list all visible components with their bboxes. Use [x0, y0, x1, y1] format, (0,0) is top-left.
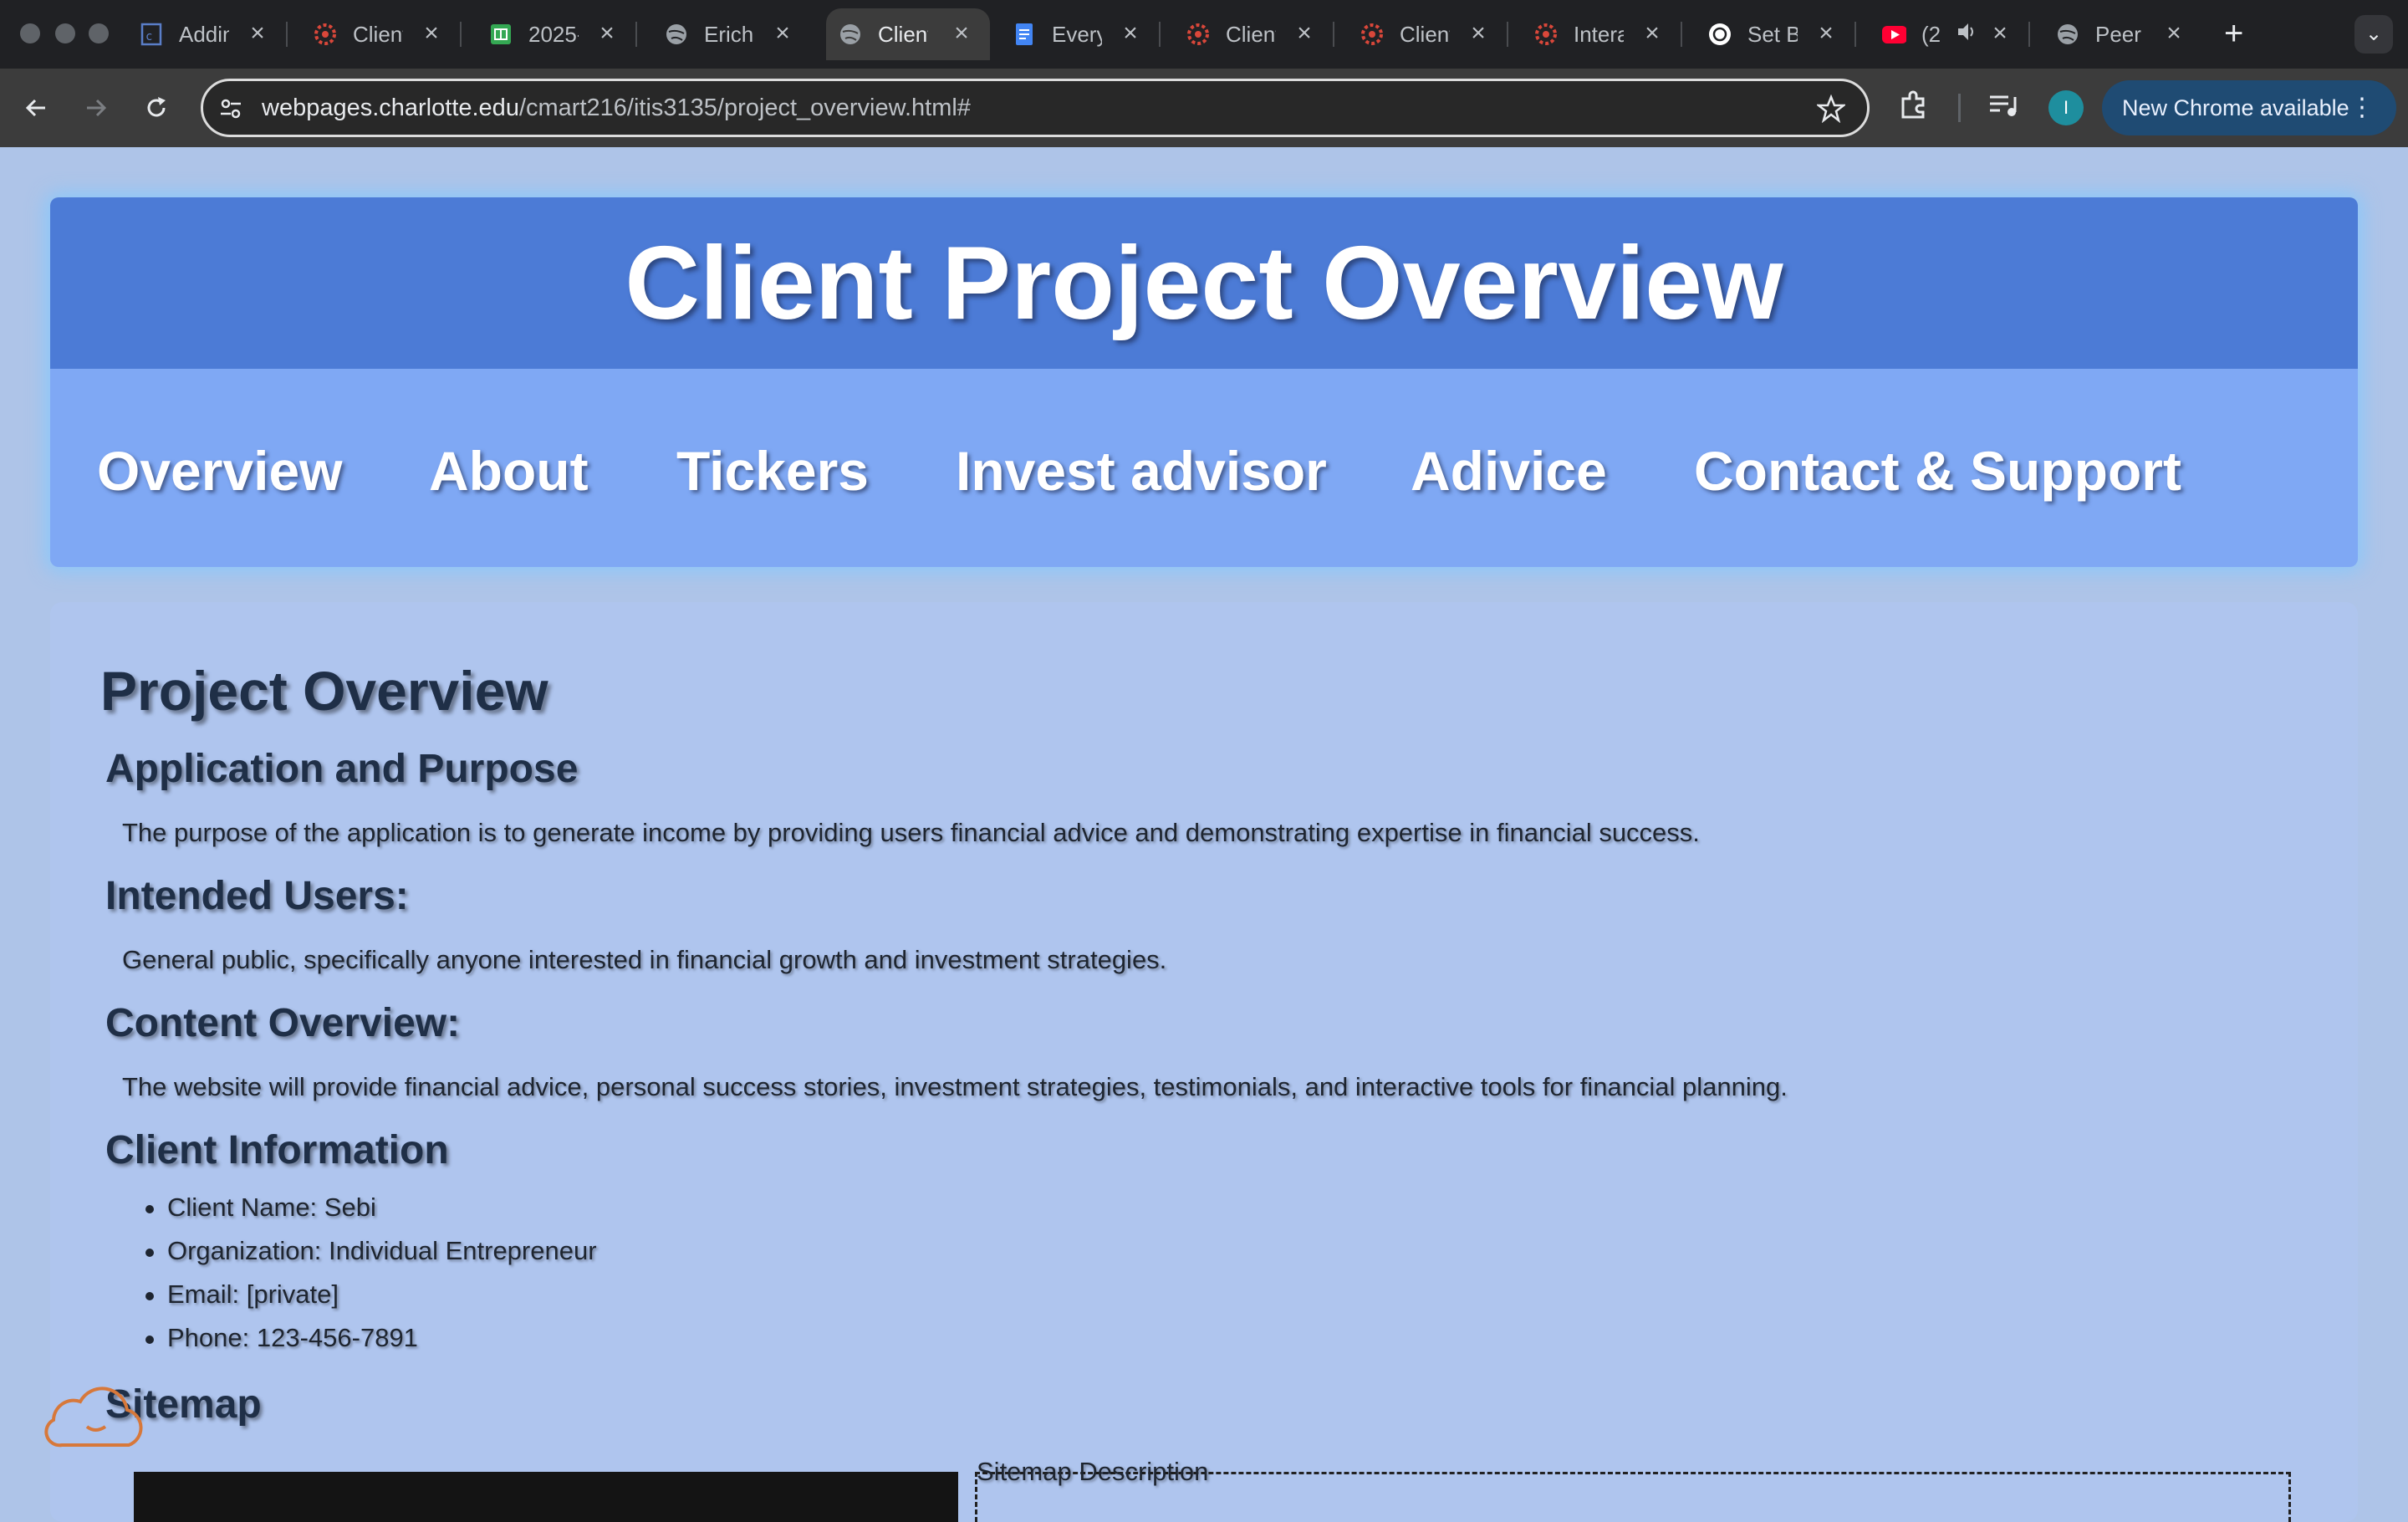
nav-link-contact-support[interactable]: Contact & Support: [1694, 439, 2181, 503]
browser-toolbar: webpages.charlotte.edu/cmart216/itis3135…: [0, 69, 2408, 147]
close-icon[interactable]: ×: [950, 21, 973, 46]
globe-icon: [2055, 22, 2080, 47]
nav-link-tickers[interactable]: Tickers: [676, 439, 869, 503]
browser-tab[interactable]: Set B ×: [1696, 8, 1856, 60]
client-email-item: Email: [private]: [145, 1273, 597, 1316]
new-tab-icon[interactable]: +: [2224, 17, 2243, 50]
more-menu-icon[interactable]: ⋮: [2349, 80, 2375, 135]
tab-label: (2: [1921, 21, 1941, 47]
sitemap-description-label: Sitemap Description: [977, 1457, 1209, 1486]
tab-label: Peer I: [2095, 21, 2145, 47]
update-label: New Chrome available: [2122, 95, 2349, 120]
purpose-text: The purpose of the application is to gen…: [122, 818, 1700, 847]
browser-tab[interactable]: (2 ×: [1870, 8, 2030, 60]
tab-label: Set B: [1747, 21, 1798, 47]
window-minimize-dot[interactable]: [55, 23, 75, 43]
browser-tab[interactable]: Every ×: [1000, 8, 1161, 60]
tab-label: Erich: [704, 21, 754, 47]
close-icon[interactable]: ×: [771, 21, 794, 46]
tab-label: Addin: [179, 21, 229, 47]
tab-label: Client: [353, 21, 403, 47]
client-phone-item: Phone: 123-456-7891: [145, 1316, 597, 1360]
browser-tab[interactable]: Client ×: [1174, 8, 1334, 60]
tab-label: Client: [878, 21, 928, 47]
red-gear-icon: [1186, 22, 1211, 47]
close-icon[interactable]: ×: [1293, 21, 1316, 46]
client-name-item: Client Name: Sebi: [145, 1186, 597, 1229]
tab-search-icon[interactable]: ⌄: [2354, 15, 2393, 54]
browser-tab[interactable]: c Addin ×: [127, 8, 288, 60]
nav-link-invest-advisor[interactable]: Invest advisor: [956, 439, 1327, 503]
title-band: Client Project Overview: [50, 197, 2358, 369]
close-icon[interactable]: ×: [1988, 21, 2012, 46]
globe-icon: [838, 22, 863, 47]
sitemap-image: [134, 1472, 958, 1522]
browser-tab[interactable]: Peer I ×: [2043, 8, 2202, 60]
close-icon[interactable]: ×: [595, 21, 619, 46]
site-header: Client Project Overview Overview About T…: [50, 197, 2358, 567]
site-settings-icon[interactable]: [218, 96, 243, 125]
close-icon[interactable]: ×: [1467, 21, 1490, 46]
tab-label: Every: [1052, 21, 1102, 47]
browser-tab[interactable]: Intera ×: [1522, 8, 1682, 60]
content-card: Project Overview Application and Purpose…: [50, 602, 2358, 1522]
openai-icon: [1707, 22, 1732, 47]
red-gear-icon: [1360, 22, 1385, 47]
close-icon[interactable]: ×: [1814, 21, 1838, 46]
back-icon[interactable]: [17, 89, 55, 127]
users-text: General public, specifically anyone inte…: [122, 945, 1167, 974]
tab-label: Client: [1226, 21, 1276, 47]
window-close-dot[interactable]: [20, 23, 40, 43]
browser-tab-active[interactable]: Client ×: [826, 8, 990, 60]
docs-icon: [1012, 22, 1037, 47]
red-gear-icon: [313, 22, 338, 47]
svg-text:c: c: [145, 30, 152, 43]
red-gear-icon: [1533, 22, 1559, 47]
purpose-heading: Application and Purpose: [105, 747, 579, 791]
overview-text: The website will provide financial advic…: [122, 1072, 1788, 1101]
cloud-icon[interactable]: [37, 1376, 150, 1456]
nav-link-adivice[interactable]: Adivice: [1411, 439, 1607, 503]
globe-icon: [664, 22, 689, 47]
url-text[interactable]: webpages.charlotte.edu/cmart216/itis3135…: [262, 94, 971, 122]
sheets-icon: [488, 22, 513, 47]
close-icon[interactable]: ×: [2162, 21, 2186, 46]
users-heading: Intended Users:: [105, 874, 409, 918]
page-heading: Project Overview: [100, 660, 548, 722]
extensions-icon[interactable]: [1896, 89, 1930, 126]
browser-tab[interactable]: 2025- ×: [477, 8, 637, 60]
client-info-list: Client Name: Sebi Organization: Individu…: [145, 1186, 597, 1360]
browser-tab[interactable]: Client ×: [301, 8, 462, 60]
browser-tab[interactable]: Erich ×: [652, 8, 811, 60]
close-icon[interactable]: ×: [246, 21, 269, 46]
tab-label: Intera: [1574, 21, 1624, 47]
reload-icon[interactable]: [137, 89, 176, 127]
address-bar[interactable]: webpages.charlotte.edu/cmart216/itis3135…: [201, 79, 1870, 137]
browser-tab-strip: c Addin × Client × 2025- × Erich × Clien…: [0, 0, 2408, 69]
web-page: Client Project Overview Overview About T…: [0, 147, 2408, 1522]
bookmark-star-icon[interactable]: [1815, 94, 1847, 127]
code-doc-icon: c: [139, 22, 164, 47]
tab-label: Client: [1400, 21, 1450, 47]
nav-link-about[interactable]: About: [429, 439, 589, 503]
window-zoom-dot[interactable]: [89, 23, 109, 43]
nav-link-overview[interactable]: Overview: [97, 439, 343, 503]
close-icon[interactable]: ×: [1640, 21, 1664, 46]
youtube-icon: [1881, 22, 1906, 47]
client-org-item: Organization: Individual Entrepreneur: [145, 1229, 597, 1273]
profile-avatar[interactable]: I: [2048, 90, 2084, 125]
chrome-update-button[interactable]: New Chrome available ⋮: [2102, 80, 2396, 135]
site-nav: Overview About Tickers Invest advisor Ad…: [50, 369, 2358, 567]
tab-label: 2025-: [528, 21, 579, 47]
toolbar-divider: [1958, 94, 1961, 122]
site-title: Client Project Overview: [625, 225, 1783, 341]
close-icon[interactable]: ×: [420, 21, 443, 46]
media-controls-icon[interactable]: [1987, 89, 2020, 126]
client-info-heading: Client Information: [105, 1128, 449, 1172]
close-icon[interactable]: ×: [1119, 21, 1142, 46]
browser-tab[interactable]: Client ×: [1348, 8, 1508, 60]
forward-icon[interactable]: [77, 89, 115, 127]
speaker-icon[interactable]: [1955, 20, 1978, 49]
overview-heading: Content Overview:: [105, 1001, 461, 1045]
